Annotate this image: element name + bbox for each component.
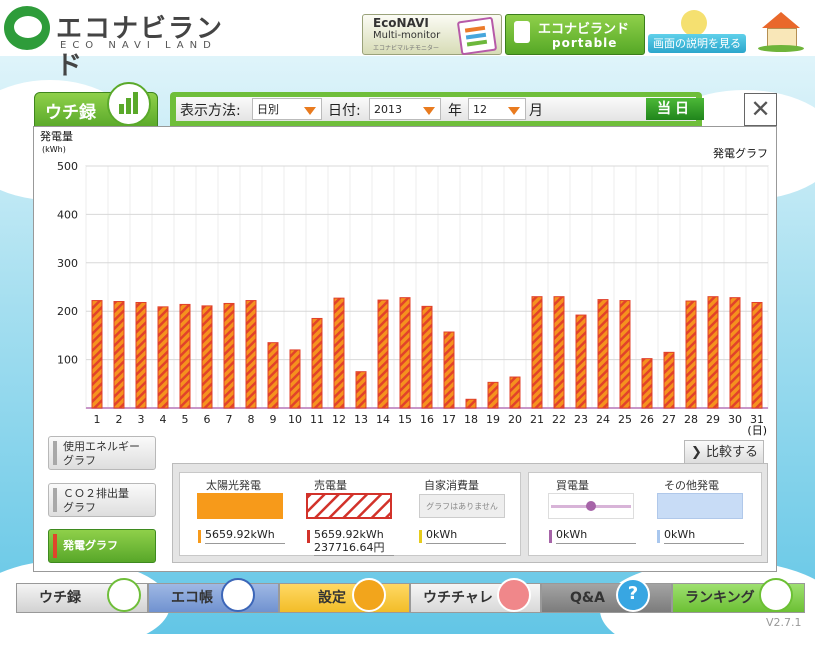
portable-label: エコナビランド: [538, 22, 630, 37]
purchased-swatch: [548, 493, 634, 519]
sold-value: 5659.92kWh: [314, 528, 384, 541]
display-method-select[interactable]: 日別: [252, 98, 322, 120]
energy-usage-graph-button[interactable]: 使用エネルギー グラフ: [48, 436, 156, 470]
portable-button[interactable]: エコナビランド portable: [505, 14, 645, 55]
nav-uchiroku[interactable]: ウチ録: [16, 578, 148, 613]
self-consumption-marker: [419, 530, 422, 543]
date-label: 日付:: [328, 103, 361, 119]
today-button[interactable]: 当日: [646, 98, 704, 120]
eco-navi-land-logo[interactable]: エコナビランド ECO NAVI LAND: [4, 6, 249, 81]
self-consumption-label: 自家消費量: [424, 479, 479, 492]
notebook-icon: [221, 578, 255, 612]
nav-label: Q&A: [570, 590, 605, 606]
underline: [205, 543, 285, 544]
help-button[interactable]: 画面の説明を見る: [648, 34, 746, 53]
nav-label: ランキング: [685, 590, 755, 606]
purchased-marker: [549, 530, 552, 543]
sold-marker: [307, 530, 310, 543]
other-generation-label: その他発電: [664, 479, 719, 492]
version-label: V2.7.1: [766, 616, 802, 629]
portable-sublabel: portable: [552, 36, 618, 50]
header: エコナビランド ECO NAVI LAND EcoNAVI Multi-moni…: [0, 0, 815, 81]
solar-marker: [198, 530, 201, 543]
compare-label: 比較する: [706, 445, 759, 460]
bar-chart-icon: [107, 578, 141, 612]
tab-label: ウチ録: [45, 103, 96, 123]
sold-yen-value: 237716.64円: [314, 541, 385, 554]
other-generation-swatch: [657, 493, 743, 519]
question-icon: ?: [616, 578, 650, 612]
co2-emission-graph-button[interactable]: ＣＯ２排出量 グラフ: [48, 483, 156, 517]
compare-button[interactable]: ❯ 比較する: [684, 440, 764, 464]
button-line1: 発電グラフ: [63, 539, 118, 552]
button-line2: グラフ: [63, 501, 96, 514]
self-consumption-value: 0kWh: [426, 528, 458, 541]
nav-label: 設定: [318, 590, 346, 606]
sold-label: 売電量: [314, 479, 347, 492]
year-unit-label: 年: [448, 103, 462, 119]
solar-swatch: [197, 493, 283, 519]
econavi-caption: エコナビマルチモニター: [373, 45, 440, 52]
month-unit-label: 月: [529, 103, 543, 119]
nav-label: ウチチャレ: [423, 590, 493, 606]
nav-settings[interactable]: 設定: [279, 578, 410, 613]
control-bar: 表示方法: 日別 日付: 2013 年 12 月 当日: [170, 92, 704, 126]
econavi-label: EcoNAVI: [373, 16, 429, 30]
other-generation-marker: [657, 530, 660, 543]
purchased-label: 買電量: [556, 479, 589, 492]
underline: [556, 543, 636, 544]
month-select[interactable]: 12: [468, 98, 526, 120]
solar-value: 5659.92kWh: [205, 528, 275, 541]
nav-label: エコ帳: [171, 590, 213, 606]
phone-icon: [514, 21, 530, 43]
lightbulb-character-icon: [681, 10, 707, 36]
generation-graph-button[interactable]: 発電グラフ: [48, 529, 156, 563]
bar-chart-icon: [107, 82, 151, 126]
nav-uchichare[interactable]: ウチチャレ: [410, 578, 541, 613]
purchased-value: 0kWh: [556, 528, 588, 541]
nav-ecocho[interactable]: エコ帳: [148, 578, 279, 613]
solar-label: 太陽光発電: [206, 479, 261, 492]
crown-icon: [759, 578, 793, 612]
other-generation-value: 0kWh: [664, 528, 696, 541]
home-icon[interactable]: [758, 12, 804, 52]
monitor-icon: [456, 16, 498, 56]
button-line1: 使用エネルギー: [63, 440, 140, 453]
nav-qa[interactable]: Q&A ?: [541, 578, 672, 613]
button-line2: グラフ: [63, 454, 96, 467]
self-consumption-placeholder: グラフはありません: [419, 494, 505, 518]
nav-label: ウチ録: [39, 590, 81, 606]
chevron-right-icon: ❯: [691, 445, 702, 460]
year-select[interactable]: 2013: [369, 98, 441, 120]
logo-subtitle: ECO NAVI LAND: [60, 40, 217, 51]
underline: [426, 543, 506, 544]
logo-bubble-icon: [4, 6, 50, 50]
sold-swatch: [306, 493, 392, 519]
underline: [664, 543, 744, 544]
button-line1: ＣＯ２排出量: [63, 487, 129, 500]
display-method-label: 表示方法:: [180, 103, 241, 119]
underline: [314, 555, 394, 556]
flag-icon: [497, 578, 531, 612]
wrench-icon: [352, 578, 386, 612]
close-button[interactable]: ✕: [744, 93, 777, 126]
control-bar-inner: 表示方法: 日別 日付: 2013 年 12 月 当日: [176, 97, 704, 121]
econavi-multimonitor-button[interactable]: EcoNAVI Multi-monitor エコナビマルチモニター: [362, 14, 502, 56]
nav-ranking[interactable]: ランキング: [672, 578, 805, 613]
econavi-sublabel: Multi-monitor: [373, 30, 441, 41]
